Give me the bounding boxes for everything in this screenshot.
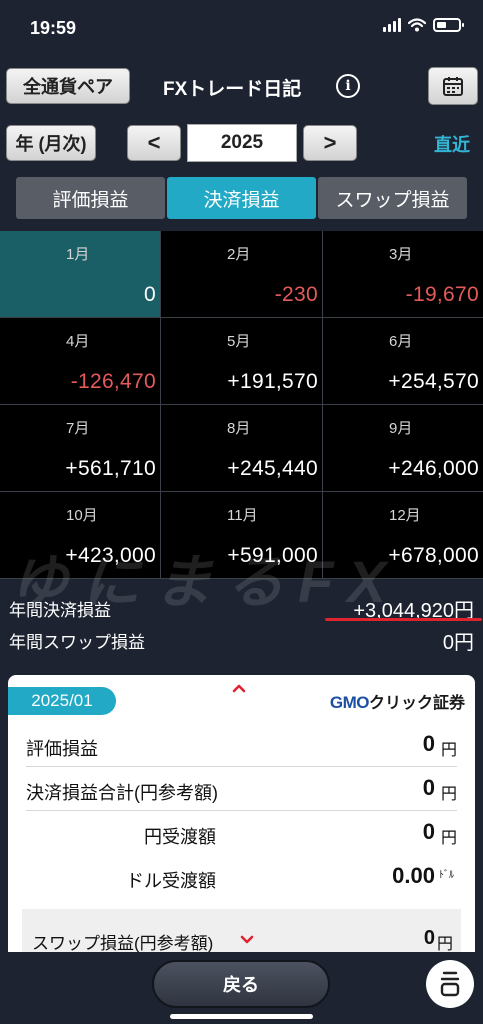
- swap-label: スワップ損益(円参考額): [32, 934, 214, 953]
- month-detail-card: 2025/01 GMO クリック証券 評価損益 0 円 決済損益合計(円参考額)…: [8, 675, 475, 955]
- status-bar: 19:59: [0, 0, 483, 52]
- month-value: +246,000: [388, 457, 479, 480]
- status-time: 19:59: [30, 18, 77, 38]
- detail-value: 0: [422, 731, 435, 756]
- back-button[interactable]: 戻る: [152, 960, 330, 1008]
- detail-value: 0: [422, 819, 435, 844]
- prev-year-button[interactable]: <: [127, 125, 181, 161]
- signal-icon: [383, 18, 401, 32]
- detail-unit: ﾄﾞﾙ: [439, 870, 454, 881]
- month-value: +245,440: [227, 457, 318, 480]
- expand-caret-icon[interactable]: [240, 933, 254, 947]
- menu-person-icon: [440, 971, 460, 997]
- logo-click-text: クリック証券: [368, 695, 465, 712]
- annual-swap-row: 年間スワップ損益 0円: [9, 624, 474, 654]
- year-display: 2025: [187, 124, 297, 162]
- swap-unit: 円: [436, 936, 453, 953]
- month-label: 12月: [389, 507, 421, 524]
- detail-label: 円受渡額: [144, 827, 216, 847]
- month-label: 10月: [66, 507, 98, 524]
- recent-link[interactable]: 直近: [434, 131, 470, 157]
- home-indicator: [170, 1014, 313, 1019]
- detail-unit: 円: [440, 786, 457, 803]
- detail-month-badge: 2025/01: [8, 687, 116, 715]
- month-value: +423,000: [65, 544, 156, 567]
- month-label: 6月: [389, 333, 413, 350]
- swap-value: 0: [423, 927, 435, 949]
- detail-value: 0: [422, 775, 435, 800]
- month-label: 4月: [66, 333, 90, 350]
- detail-row-yen-delivery: 円受渡額 0 円: [26, 811, 457, 855]
- month-label: 11月: [227, 507, 258, 524]
- annual-swap-value: 0円: [442, 632, 474, 654]
- month-value: -230: [274, 283, 318, 306]
- month-cell-7[interactable]: 7月 +561,710: [0, 405, 161, 492]
- wifi-icon: [408, 18, 426, 32]
- month-label: 3月: [389, 246, 413, 263]
- month-cell-12[interactable]: 12月 +678,000: [323, 492, 483, 579]
- annual-settlement-label: 年間決済損益: [9, 601, 111, 620]
- annual-settlement-row: 年間決済損益 +3,044,920円: [9, 592, 474, 622]
- month-value: +191,570: [227, 370, 318, 393]
- month-value: +591,000: [227, 544, 318, 567]
- month-label: 5月: [227, 333, 251, 350]
- month-value: +561,710: [65, 457, 156, 480]
- detail-value: 0.00: [392, 863, 435, 888]
- tab-swap-pnl[interactable]: スワップ損益: [318, 177, 467, 219]
- month-cell-10[interactable]: 10月 +423,000: [0, 492, 161, 579]
- collapse-caret-icon[interactable]: [232, 681, 246, 695]
- month-cell-11[interactable]: 11月 +591,000: [161, 492, 323, 579]
- month-label: 1月: [66, 246, 90, 263]
- month-value: -126,470: [70, 370, 156, 393]
- annual-summary: 年間決済損益 +3,044,920円 年間スワップ損益 0円: [0, 588, 483, 666]
- month-cell-8[interactable]: 8月 +245,440: [161, 405, 323, 492]
- detail-unit: 円: [440, 742, 457, 759]
- calendar-icon: [443, 77, 463, 96]
- month-cell-2[interactable]: 2月 -230: [161, 231, 323, 318]
- month-label: 7月: [66, 420, 90, 437]
- month-value: 0: [144, 283, 156, 306]
- month-label: 2月: [227, 246, 251, 263]
- gmo-click-logo: GMO クリック証券: [330, 689, 465, 713]
- detail-label: 決済損益合計(円参考額): [26, 783, 218, 803]
- month-cell-1[interactable]: 1月 0: [0, 231, 161, 318]
- pnl-tabs: 評価損益 決済損益 スワップ損益: [16, 177, 467, 219]
- annual-swap-label: 年間スワップ損益: [9, 633, 145, 652]
- detail-unit: 円: [440, 830, 457, 847]
- month-cell-6[interactable]: 6月 +254,570: [323, 318, 483, 405]
- period-mode-button[interactable]: 年 (月次): [6, 125, 96, 161]
- detail-row-swap[interactable]: スワップ損益(円参考額) 0 円: [22, 909, 461, 955]
- info-icon[interactable]: i: [336, 74, 360, 98]
- currency-pair-button[interactable]: 全通貨ペア: [6, 68, 130, 104]
- detail-row-dollar-delivery: ドル受渡額 0.00 ﾄﾞﾙ: [26, 855, 457, 899]
- month-value: -19,670: [405, 283, 479, 306]
- detail-row-settlement-total: 決済損益合計(円参考額) 0 円: [26, 767, 457, 811]
- month-cell-9[interactable]: 9月 +246,000: [323, 405, 483, 492]
- month-label: 8月: [227, 420, 251, 437]
- page-title: FXトレード日記: [163, 79, 302, 100]
- floating-menu-button[interactable]: [426, 960, 474, 1008]
- month-cell-5[interactable]: 5月 +191,570: [161, 318, 323, 405]
- calendar-button[interactable]: [428, 67, 478, 105]
- tab-settlement-pnl[interactable]: 決済損益: [167, 177, 316, 219]
- month-label: 9月: [389, 420, 413, 437]
- detail-label: ドル受渡額: [126, 871, 216, 891]
- detail-label: 評価損益: [26, 739, 98, 759]
- battery-icon: [433, 18, 464, 32]
- month-grid: 1月 0 2月 -230 3月 -19,670 4月 -126,470 5月 +191,5…: [0, 231, 483, 579]
- tab-valuation-pnl[interactable]: 評価損益: [16, 177, 165, 219]
- highlight-underline: [325, 618, 482, 621]
- detail-row-valuation: 評価損益 0 円: [26, 723, 457, 767]
- month-cell-3[interactable]: 3月 -19,670: [323, 231, 483, 318]
- month-value: +254,570: [388, 370, 479, 393]
- month-value: +678,000: [388, 544, 479, 567]
- next-year-button[interactable]: >: [303, 125, 357, 161]
- status-icons: [383, 18, 464, 32]
- month-cell-4[interactable]: 4月 -126,470: [0, 318, 161, 405]
- logo-gmo-text: GMO: [329, 693, 370, 712]
